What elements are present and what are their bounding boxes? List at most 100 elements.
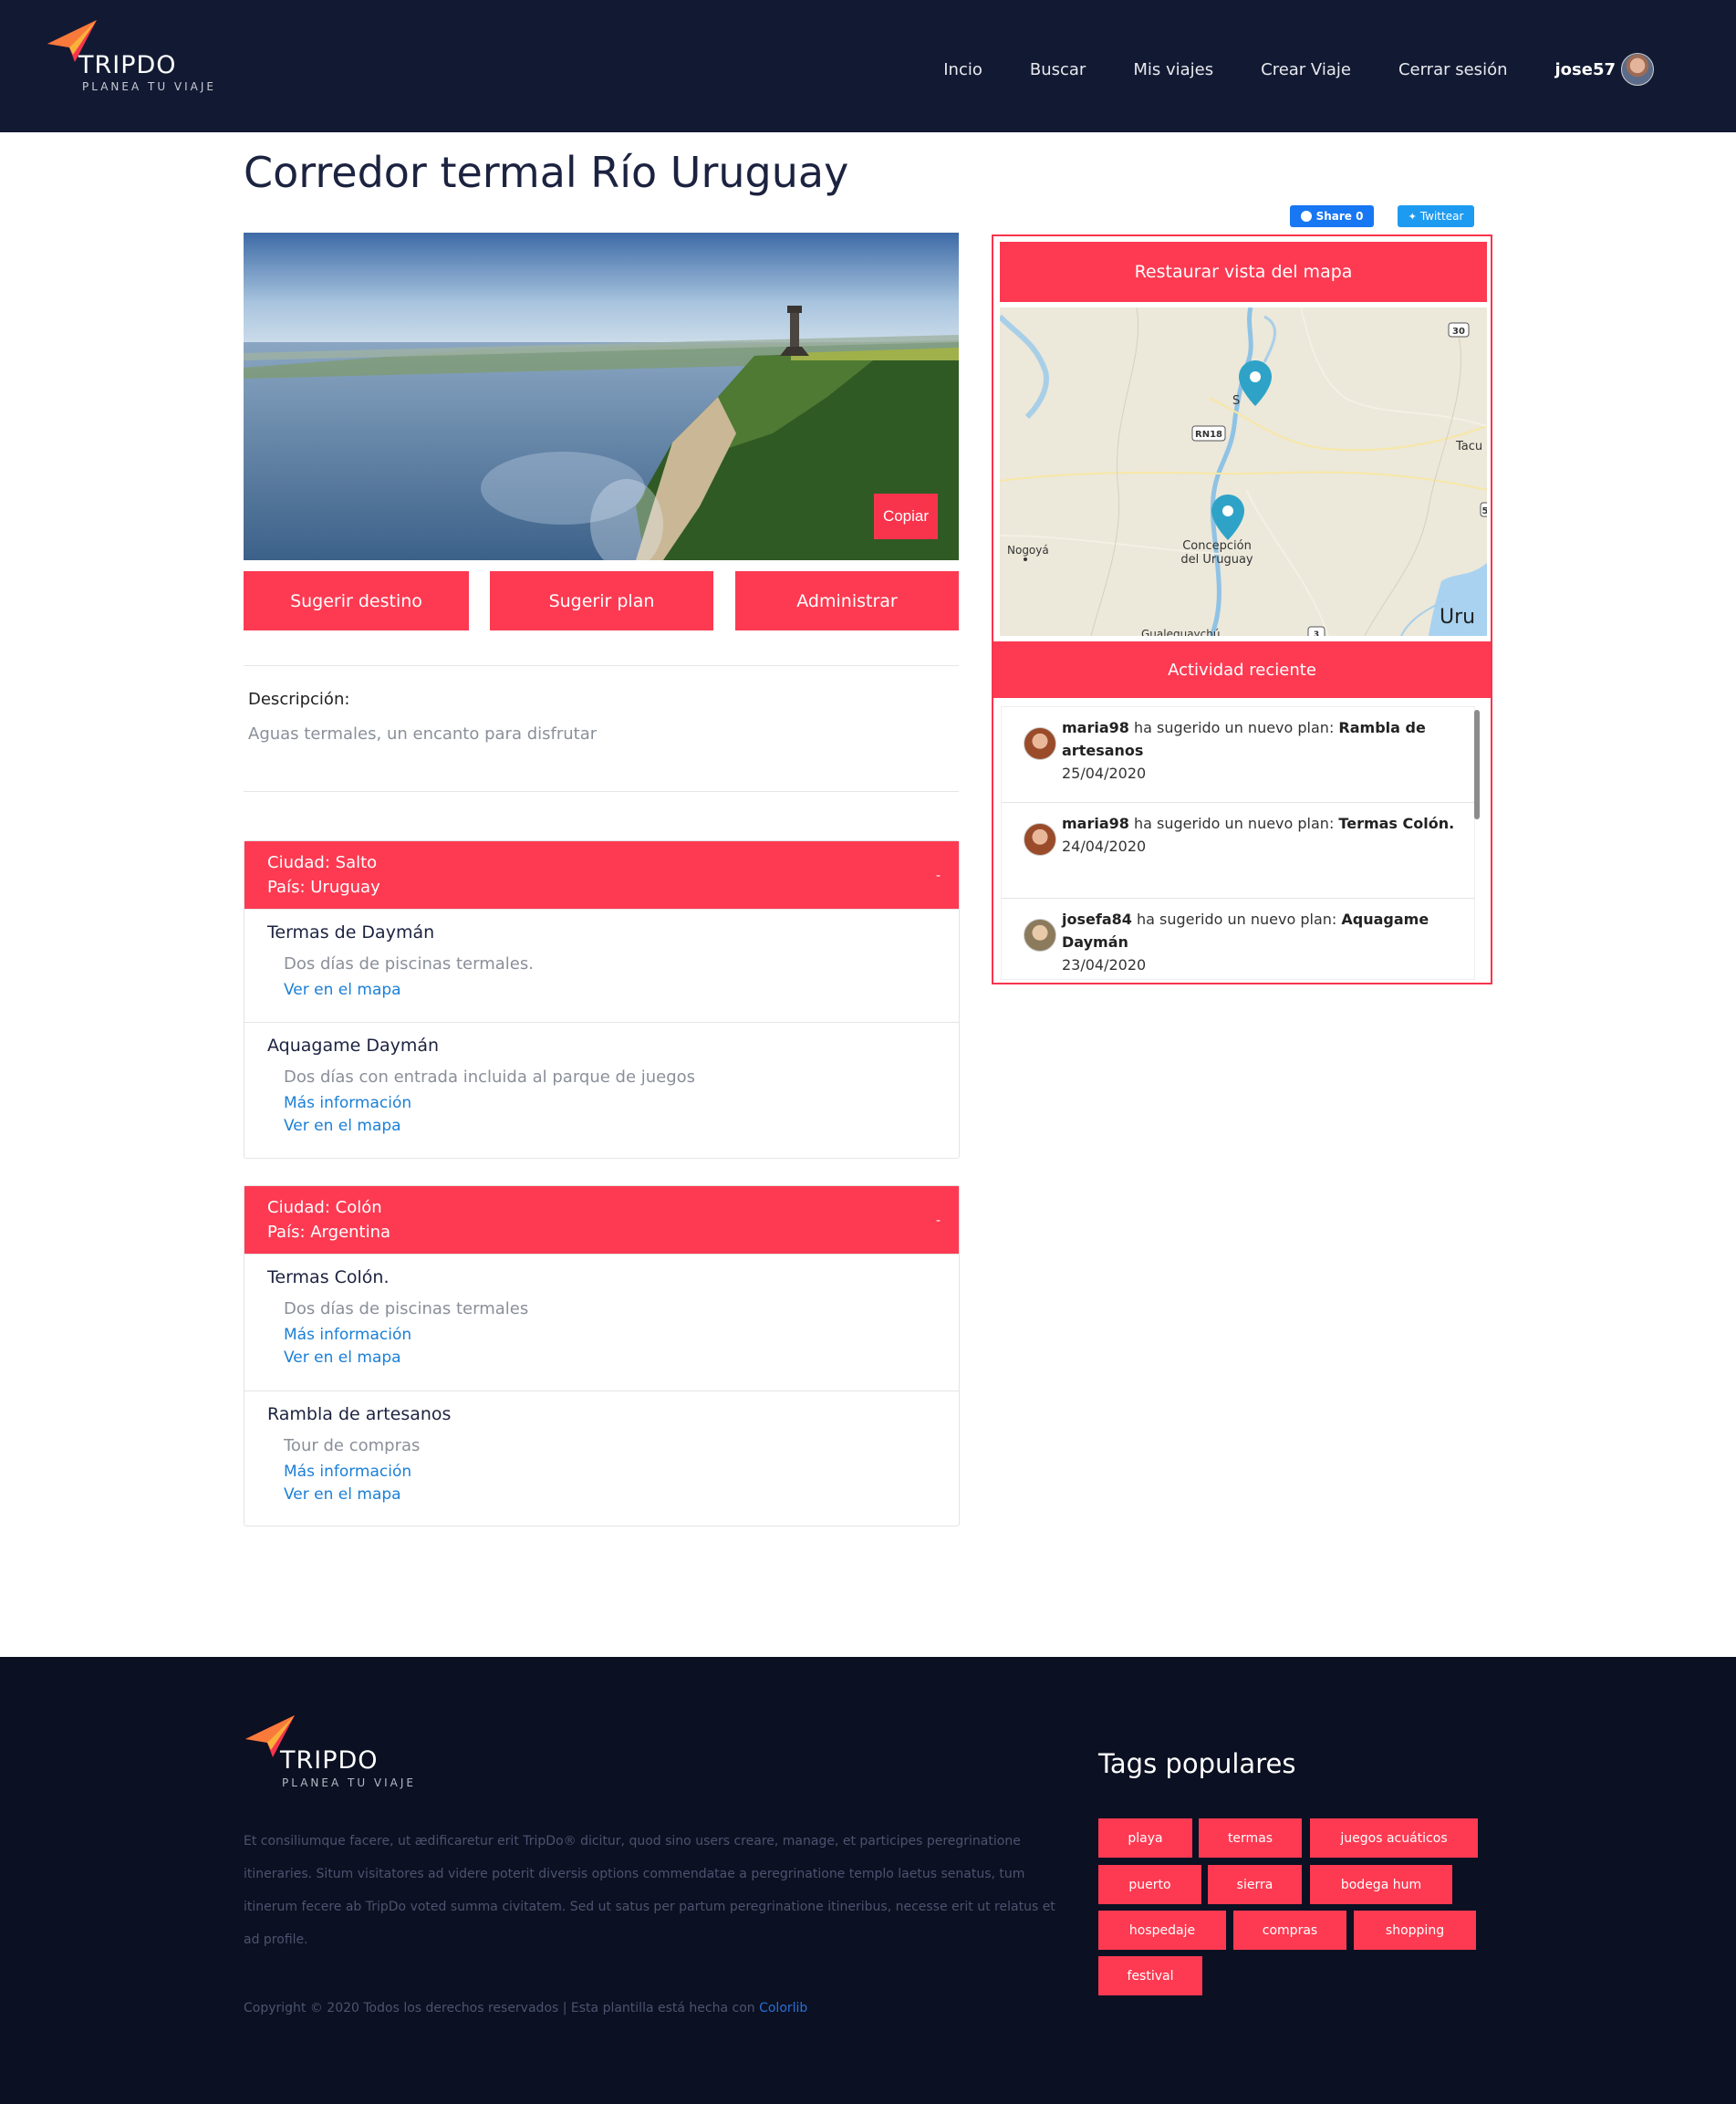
footer-logo-tagline: PLANEA TU VIAJE	[282, 1776, 416, 1789]
destination-city: Ciudad: Colón	[267, 1198, 382, 1217]
activity-text: ha sugerido un nuevo plan:	[1128, 719, 1339, 736]
plan-title: Termas Colón.	[267, 1267, 390, 1287]
view-on-map-link[interactable]: Ver en el mapa	[267, 1347, 936, 1370]
view-on-map-link[interactable]: Ver en el mapa	[267, 1484, 936, 1506]
main-nav: Incio Buscar Mis viajes Crear Viaje Cerr…	[896, 53, 1654, 86]
map-activity-panel: Restaurar vista del mapa RN18 30 5 3 Tac…	[992, 234, 1492, 984]
destination-header[interactable]: Ciudad: Colón País: Argentina -	[244, 1186, 959, 1254]
tag-button[interactable]: hospedaje	[1098, 1911, 1226, 1950]
view-on-map-link[interactable]: Ver en el mapa	[267, 979, 936, 1002]
footer-logo[interactable]: TRIPDO PLANEA TU VIAJE	[244, 1713, 426, 1796]
twitter-bird-icon: ✦	[1408, 210, 1417, 223]
footer-copyright: Copyright © 2020 Todos los derechos rese…	[244, 2001, 807, 2015]
copyright-text: Copyright © 2020 Todos los derechos rese…	[244, 2001, 760, 2015]
activity-item: maria98 ha sugerido un nuevo plan: Rambl…	[1002, 707, 1474, 803]
nav-inicio[interactable]: Incio	[943, 60, 982, 79]
map-label-30: 30	[1452, 327, 1465, 337]
description-text: Aguas termales, un encanto para disfruta…	[248, 724, 598, 744]
twitter-share-button[interactable]: ✦ Twittear	[1398, 205, 1474, 227]
map-label-rn18: RN18	[1195, 430, 1222, 440]
collapse-toggle[interactable]: -	[936, 1209, 941, 1234]
activity-feed[interactable]: maria98 ha sugerido un nuevo plan: Rambl…	[1001, 706, 1475, 980]
plan-title: Rambla de artesanos	[267, 1404, 452, 1424]
colorlib-link[interactable]: Colorlib	[759, 2001, 807, 2015]
more-info-link[interactable]: Más información	[267, 1092, 936, 1115]
map-label-5: 5	[1482, 506, 1487, 516]
activity-text: ha sugerido un nuevo plan:	[1131, 911, 1342, 928]
site-header: TRIPDO PLANEA TU VIAJE Incio Buscar Mis …	[0, 0, 1736, 132]
site-logo[interactable]: TRIPDO PLANEA TU VIAJE	[46, 18, 219, 100]
map-label-salto: S	[1232, 394, 1240, 408]
avatar	[1621, 53, 1654, 86]
suggest-destination-button[interactable]: Sugerir destino	[244, 571, 469, 630]
user-avatar	[1024, 823, 1056, 856]
tag-button[interactable]: sierra	[1208, 1865, 1302, 1904]
facebook-share-label: Share 0	[1315, 210, 1364, 223]
plan-description: Dos días con entrada incluida al parque …	[284, 1068, 696, 1087]
activity-text: ha sugerido un nuevo plan:	[1128, 815, 1339, 832]
more-info-link[interactable]: Más información	[267, 1461, 936, 1484]
activity-item: josefa84 ha sugerido un nuevo plan: Aqua…	[1002, 899, 1474, 979]
user-avatar	[1024, 919, 1056, 952]
tag-button[interactable]: festival	[1098, 1956, 1202, 1995]
tag-button[interactable]: bodega hum	[1310, 1865, 1452, 1904]
twitter-share-label: Twittear	[1419, 210, 1464, 223]
destination-card-colon: Ciudad: Colón País: Argentina - Termas C…	[244, 1185, 960, 1526]
plan-description: Dos días de piscinas termales	[284, 1299, 529, 1318]
trip-cover-image	[244, 233, 959, 560]
plan-item: Aquagame Daymán Dos días con entrada inc…	[244, 1022, 959, 1158]
destination-city: Ciudad: Salto	[267, 853, 378, 872]
logo-text: TRIPDO	[78, 51, 177, 79]
map-label-uruguay: Uru	[1440, 606, 1475, 629]
activity-plan: Termas Colón.	[1338, 815, 1455, 832]
map-label-gualeguaychu: Gualeguaychú	[1141, 628, 1220, 636]
footer-about-text: Et consiliumque facere, ut ædificaretur …	[244, 1834, 1055, 1947]
nav-cerrar-sesion[interactable]: Cerrar sesión	[1398, 60, 1508, 79]
tag-button[interactable]: playa	[1098, 1818, 1192, 1858]
trip-actions: Sugerir destino Sugerir plan Administrar	[244, 571, 959, 630]
map-label-tacu: Tacu	[1455, 440, 1482, 453]
user-menu[interactable]: jose57	[1554, 53, 1654, 86]
admin-button[interactable]: Administrar	[735, 571, 959, 630]
popular-tags-title: Tags populares	[1098, 1748, 1296, 1779]
plan-item: Termas de Daymán Dos días de piscinas te…	[244, 909, 959, 1022]
destination-country: País: Argentina	[267, 1223, 391, 1242]
facebook-share-button[interactable]: Share 0	[1290, 205, 1374, 227]
tag-button[interactable]: shopping	[1354, 1911, 1476, 1950]
trip-map[interactable]: RN18 30 5 3 Tacu S Nogoyá Concepción del…	[1000, 307, 1487, 636]
activity-user[interactable]: josefa84	[1062, 911, 1132, 928]
suggest-plan-button[interactable]: Sugerir plan	[490, 571, 713, 630]
destination-country: País: Uruguay	[267, 878, 380, 897]
plan-description: Tour de compras	[284, 1436, 421, 1455]
tag-button[interactable]: compras	[1233, 1911, 1346, 1950]
view-on-map-link[interactable]: Ver en el mapa	[267, 1115, 936, 1138]
facebook-icon	[1300, 211, 1312, 222]
username: jose57	[1554, 59, 1616, 79]
tag-button[interactable]: termas	[1199, 1818, 1302, 1858]
restore-map-view-button[interactable]: Restaurar vista del mapa	[1000, 242, 1487, 302]
activity-scrollbar[interactable]	[1474, 710, 1480, 819]
plan-description: Dos días de piscinas termales.	[284, 954, 534, 974]
more-info-link[interactable]: Más información	[267, 1324, 936, 1347]
activity-item: maria98 ha sugerido un nuevo plan: Terma…	[1002, 803, 1474, 899]
activity-user[interactable]: maria98	[1062, 719, 1129, 736]
map-label-del-uruguay: del Uruguay	[1180, 553, 1253, 567]
footer-logo-text: TRIPDO	[280, 1746, 379, 1775]
tag-button[interactable]: juegos acuáticos	[1310, 1818, 1478, 1858]
destination-header[interactable]: Ciudad: Salto País: Uruguay -	[244, 841, 959, 909]
map-label-concepcion: Concepción	[1182, 539, 1252, 553]
activity-date: 24/04/2020	[1062, 838, 1147, 855]
nav-mis-viajes[interactable]: Mis viajes	[1133, 60, 1213, 79]
recent-activity-header: Actividad reciente	[993, 641, 1491, 698]
collapse-toggle[interactable]: -	[936, 864, 941, 889]
nav-crear-viaje[interactable]: Crear Viaje	[1261, 60, 1351, 79]
destination-card-salto: Ciudad: Salto País: Uruguay - Termas de …	[244, 840, 960, 1159]
nav-buscar[interactable]: Buscar	[1030, 60, 1086, 79]
activity-user[interactable]: maria98	[1062, 815, 1129, 832]
map-label-nogoya: Nogoyá	[1007, 544, 1049, 557]
plan-item: Termas Colón. Dos días de piscinas terma…	[244, 1254, 959, 1391]
divider	[244, 791, 959, 792]
tag-button[interactable]: puerto	[1098, 1865, 1201, 1904]
copy-button[interactable]: Copiar	[874, 494, 938, 539]
plan-item: Rambla de artesanos Tour de compras Más …	[244, 1391, 959, 1526]
